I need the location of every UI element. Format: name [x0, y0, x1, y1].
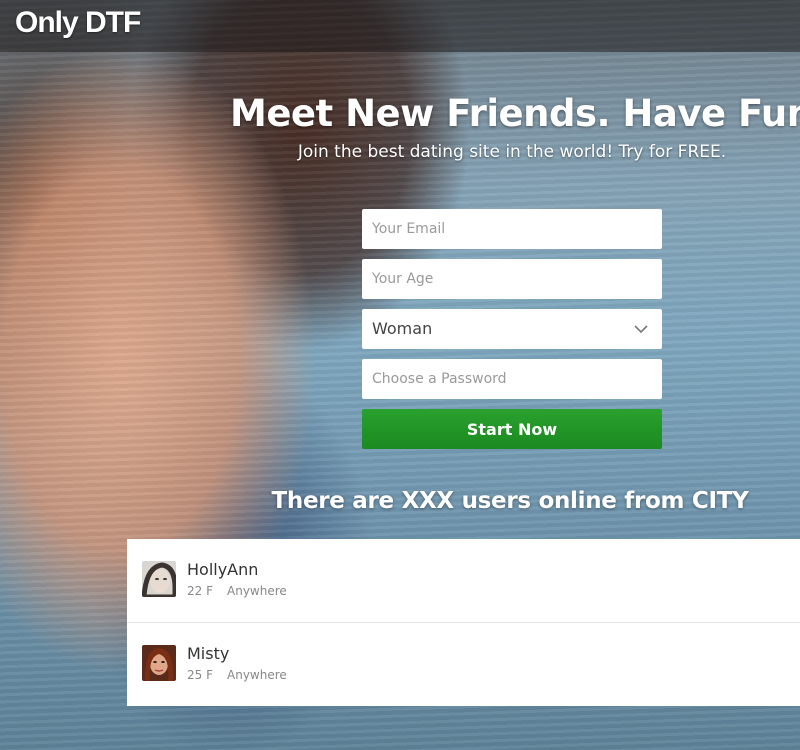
user-avatar[interactable] [142, 645, 176, 681]
user-name[interactable]: Misty [187, 644, 229, 663]
user-age-gender: 22 F [187, 584, 213, 598]
hero-subheadline: Join the best dating site in the world! … [297, 142, 727, 162]
online-user-list: HollyAnn 22 F Anywhere Misty 25 F Anywhere [127, 539, 800, 706]
user-row-misty[interactable]: Misty 25 F Anywhere [127, 622, 800, 705]
user-meta: 22 F Anywhere [187, 584, 287, 598]
user-row-hollyann[interactable]: HollyAnn 22 F Anywhere [127, 539, 800, 622]
user-location: Anywhere [227, 584, 287, 598]
user-location: Anywhere [227, 668, 287, 682]
email-field[interactable] [362, 209, 662, 249]
online-users-banner: There are XXX users online from CITY [271, 488, 749, 514]
gender-select-value: Woman [372, 319, 433, 338]
top-bar: Only DTF [0, 0, 800, 52]
site-logo[interactable]: Only DTF [15, 6, 141, 40]
start-now-button[interactable]: Start Now [362, 409, 662, 449]
user-avatar[interactable] [142, 561, 176, 597]
gender-select[interactable]: Woman [362, 309, 662, 349]
chevron-down-icon [634, 325, 648, 334]
user-age-gender: 25 F [187, 668, 213, 682]
user-name[interactable]: HollyAnn [187, 560, 258, 579]
user-meta: 25 F Anywhere [187, 668, 287, 682]
age-field[interactable] [362, 259, 662, 299]
password-field[interactable] [362, 359, 662, 399]
hero-headline: Meet New Friends. Have Fun. [230, 92, 800, 135]
